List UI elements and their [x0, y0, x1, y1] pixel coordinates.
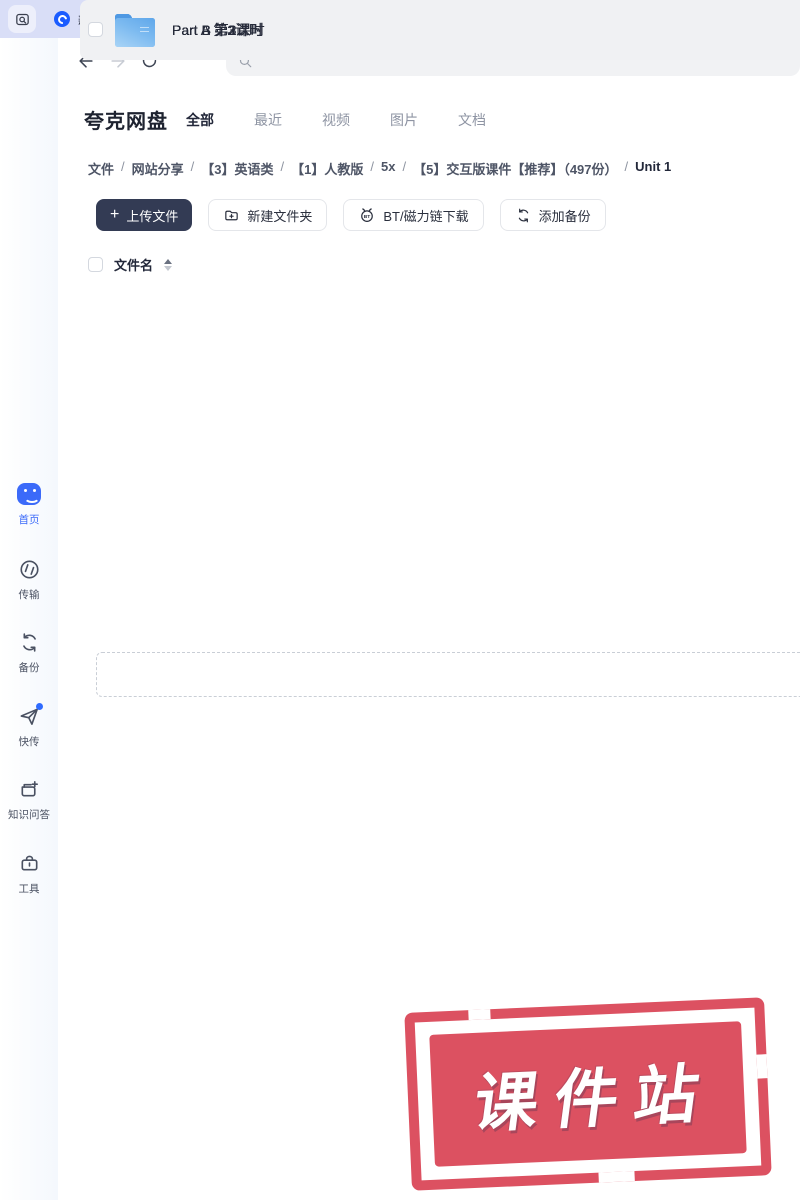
bt-magnet-download-button[interactable]: BT BT/磁力链下载 — [343, 199, 484, 231]
breadcrumb: 文件 / 网站分享 / 【3】英语类 / 【1】人教版 / 5x / 【5】交互… — [88, 159, 672, 178]
file-name: Part B 第3课时 — [172, 22, 265, 38]
folder-icon — [115, 13, 155, 47]
tab-all[interactable]: 全部 — [186, 110, 214, 130]
window-search-icon — [14, 11, 31, 28]
sidebar-item-label: 工具 — [18, 883, 40, 895]
window-search-button[interactable] — [8, 5, 36, 33]
toolbox-icon — [17, 851, 41, 875]
tab-images[interactable]: 图片 — [390, 110, 418, 130]
quark-logo-icon — [54, 11, 70, 27]
plus-icon: + — [110, 206, 120, 223]
app-sidebar: 首页 传输 备份 快传 知识问答 工具 — [0, 38, 58, 1200]
transfer-icon — [17, 557, 41, 581]
home-smiley-icon — [17, 482, 41, 506]
crumb-files[interactable]: 文件 — [88, 159, 114, 178]
sort-toggle[interactable] — [164, 258, 173, 271]
notification-dot — [36, 703, 43, 710]
sidebar-item-tools[interactable]: 工具 — [0, 851, 58, 896]
crumb-courseware[interactable]: 【5】交互版课件【推荐】（497份） — [413, 159, 617, 178]
svg-text:BT: BT — [364, 214, 371, 220]
select-all-checkbox[interactable] — [88, 257, 103, 272]
add-backup-button[interactable]: 添加备份 — [499, 199, 606, 231]
notebook-plus-icon — [17, 777, 41, 801]
folder-plus-icon — [223, 207, 240, 224]
crumb-pep-edition[interactable]: 【1】人教版 — [291, 159, 363, 178]
tab-docs[interactable]: 文档 — [458, 110, 486, 130]
sidebar-item-label: 首页 — [18, 514, 40, 526]
empty-dropzone — [96, 652, 800, 697]
page-title: 夸克网盘 — [84, 111, 168, 133]
sync-arrows-icon — [515, 207, 532, 224]
filter-tabs: 全部 最近 视频 图片 文档 — [186, 110, 486, 130]
file-row-part-b-3[interactable]: Part B 第3课时 — [80, 0, 800, 60]
sort-asc-icon — [164, 258, 173, 264]
crumb-shared[interactable]: 网站分享 — [132, 159, 184, 178]
stamp-texture — [756, 1054, 768, 1079]
courseware-stamp-watermark: 课件站 — [404, 997, 772, 1191]
action-toolbar: + 上传文件 新建文件夹 BT BT/磁力链下载 添加备份 — [96, 199, 606, 231]
file-list-header: 文件名 — [88, 255, 173, 274]
sidebar-item-backup[interactable]: 备份 — [0, 630, 58, 675]
sidebar-item-label: 快传 — [18, 736, 40, 748]
crumb-current-unit1: Unit 1 — [635, 159, 672, 174]
new-folder-button[interactable]: 新建文件夹 — [208, 199, 328, 231]
sidebar-item-label: 知识问答 — [8, 809, 50, 821]
stamp-text: 课件站 — [469, 1057, 719, 1141]
bt-robot-icon: BT — [358, 206, 376, 224]
column-filename: 文件名 — [114, 258, 154, 273]
sidebar-item-knowledge-qa[interactable]: 知识问答 — [0, 777, 58, 822]
sync-arrows-icon — [17, 630, 41, 654]
paper-plane-icon — [17, 703, 43, 728]
tab-videos[interactable]: 视频 — [322, 110, 350, 130]
tab-recent[interactable]: 最近 — [254, 110, 282, 130]
crumb-english[interactable]: 【3】英语类 — [201, 159, 273, 178]
crumb-5x[interactable]: 5x — [381, 159, 395, 178]
upload-file-button[interactable]: + 上传文件 — [96, 199, 193, 231]
sidebar-item-label: 备份 — [18, 662, 40, 674]
sidebar-item-transfer[interactable]: 传输 — [0, 557, 58, 602]
sidebar-item-home[interactable]: 首页 — [0, 482, 58, 527]
sidebar-item-quick-send[interactable]: 快传 — [0, 703, 58, 749]
sort-desc-icon — [164, 265, 173, 271]
sidebar-item-label: 传输 — [18, 589, 40, 601]
